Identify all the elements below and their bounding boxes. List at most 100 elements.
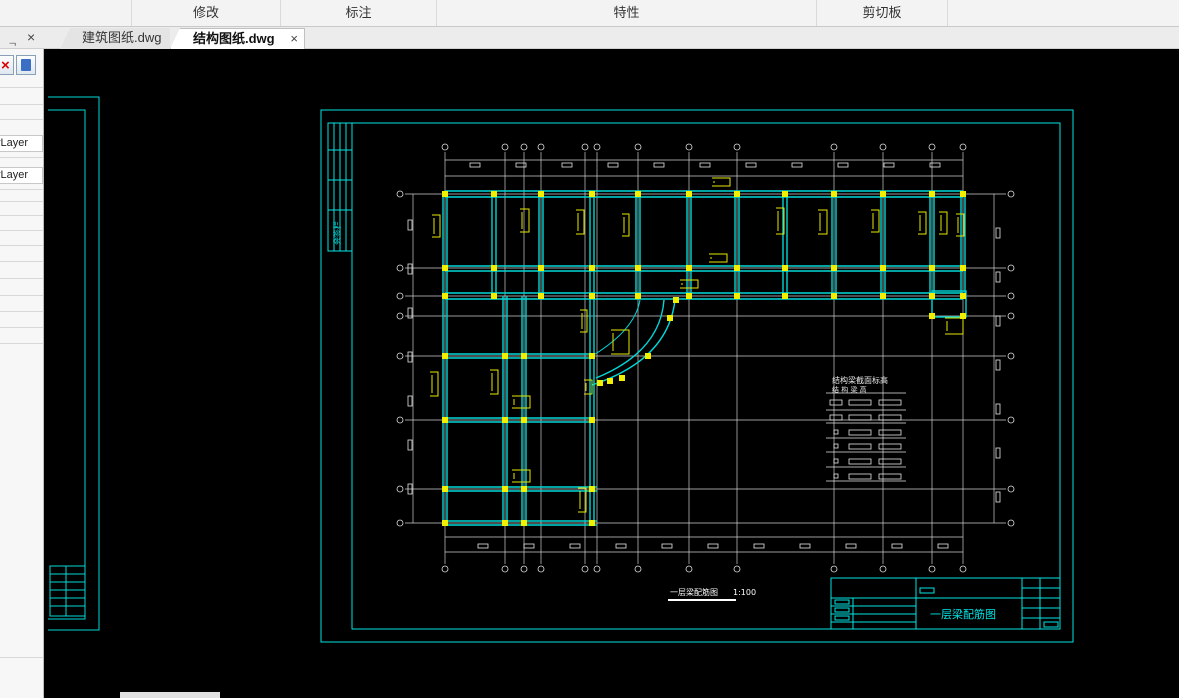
column-mark bbox=[589, 417, 595, 423]
dimension-label-box bbox=[995, 359, 1001, 371]
ribbon-group-bar: 修改 标注 特性 剪切板 bbox=[0, 0, 1179, 27]
delete-icon[interactable] bbox=[0, 55, 14, 75]
column-mark bbox=[491, 293, 497, 299]
column-mark bbox=[645, 353, 651, 359]
dimension-label-box bbox=[661, 543, 673, 549]
ribbon-group-properties[interactable]: 特性 bbox=[437, 0, 817, 26]
column-mark bbox=[442, 293, 448, 299]
axis-bubble bbox=[830, 565, 838, 573]
column-mark bbox=[782, 293, 788, 299]
column-mark bbox=[880, 191, 886, 197]
tab-architectural-drawing[interactable]: 建筑图纸.dwg bbox=[60, 28, 170, 49]
column-mark bbox=[831, 293, 837, 299]
left-sheet-frame bbox=[48, 96, 100, 631]
close-icon[interactable]: × bbox=[27, 29, 35, 45]
divider bbox=[0, 189, 43, 190]
column-mark bbox=[960, 313, 966, 319]
column-mark bbox=[502, 417, 508, 423]
divider bbox=[0, 87, 43, 88]
divider bbox=[0, 311, 43, 312]
column-mark bbox=[589, 265, 595, 271]
dimension-label-box bbox=[995, 491, 1001, 503]
column-mark bbox=[491, 191, 497, 197]
dimension-label-box bbox=[753, 543, 765, 549]
column-mark bbox=[442, 417, 448, 423]
divider bbox=[0, 230, 43, 231]
axis-bubble bbox=[1007, 519, 1015, 527]
column-mark bbox=[734, 293, 740, 299]
rebar-mark bbox=[712, 177, 731, 187]
ribbon-group-annotate[interactable]: 标注 bbox=[281, 0, 437, 26]
rebar-mark bbox=[490, 369, 499, 395]
column-mark bbox=[635, 265, 641, 271]
rebar-mark bbox=[818, 209, 828, 235]
column-mark bbox=[929, 313, 935, 319]
side-stamp-label: 会签栏 bbox=[332, 221, 342, 245]
dimension-label-box bbox=[791, 162, 803, 168]
axis-bubble bbox=[501, 565, 509, 573]
legend-title: 结构梁截面标高 bbox=[832, 375, 888, 385]
column-mark bbox=[607, 378, 613, 384]
column-mark bbox=[686, 191, 692, 197]
rebar-marks bbox=[430, 177, 965, 513]
dimension-label-box bbox=[407, 307, 413, 319]
column-mark bbox=[667, 315, 673, 321]
document-tab-bar: 建筑图纸.dwg 结构图纸.dwg × bbox=[0, 27, 1179, 49]
column-mark bbox=[442, 353, 448, 359]
column-mark bbox=[635, 293, 641, 299]
column-mark bbox=[597, 380, 603, 386]
dimension-label-box bbox=[799, 543, 811, 549]
axis-bubble bbox=[396, 416, 404, 424]
tab-structural-drawing[interactable]: 结构图纸.dwg × bbox=[170, 28, 305, 49]
rebar-mark bbox=[622, 213, 630, 237]
rebar-mark bbox=[709, 253, 728, 263]
column-mark bbox=[619, 375, 625, 381]
titleblock-drawing-name: 一层梁配筋图 bbox=[930, 607, 996, 621]
column-mark bbox=[673, 297, 679, 303]
dimension-label-box bbox=[653, 162, 665, 168]
dimension-label-box bbox=[995, 227, 1001, 239]
ribbon-group-blank bbox=[0, 0, 132, 26]
rebar-mark bbox=[576, 209, 585, 235]
axis-bubble bbox=[441, 143, 449, 151]
dimension-label-box bbox=[995, 403, 1001, 415]
axis-bubble bbox=[1007, 485, 1015, 493]
ribbon-group-clipboard[interactable]: 剪切板 bbox=[817, 0, 948, 26]
dimension-label-box bbox=[561, 162, 573, 168]
dimension-label-box bbox=[707, 543, 719, 549]
column-mark bbox=[880, 293, 886, 299]
column-mark bbox=[442, 265, 448, 271]
linetype-value[interactable]: yLayer bbox=[0, 135, 43, 152]
lineweight-value[interactable]: yLayer bbox=[0, 167, 43, 184]
axis-bubble bbox=[441, 565, 449, 573]
axis-bubble bbox=[396, 264, 404, 272]
dimension-label-box bbox=[995, 271, 1001, 283]
axis-bubble bbox=[593, 565, 601, 573]
axis-bubble bbox=[879, 565, 887, 573]
rebar-mark bbox=[611, 329, 630, 355]
column-mark bbox=[960, 191, 966, 197]
column-mark bbox=[734, 191, 740, 197]
dimension-label-box bbox=[837, 162, 849, 168]
column-mark bbox=[521, 520, 527, 526]
axis-bubble bbox=[830, 143, 838, 151]
ribbon-group-modify[interactable]: 修改 bbox=[132, 0, 281, 26]
dimension-label-box bbox=[699, 162, 711, 168]
column-mark bbox=[589, 520, 595, 526]
column-mark bbox=[521, 353, 527, 359]
column-mark bbox=[831, 191, 837, 197]
axis-bubble bbox=[733, 565, 741, 573]
layout-tabs-strip[interactable] bbox=[120, 692, 220, 698]
pin-icon[interactable]: ᆨ bbox=[8, 33, 17, 48]
column-mark bbox=[831, 265, 837, 271]
column-mark bbox=[502, 486, 508, 492]
axis-bubble bbox=[1007, 190, 1015, 198]
axis-bubble bbox=[1007, 292, 1015, 300]
axis-bubble bbox=[396, 485, 404, 493]
axis-bubble bbox=[396, 292, 404, 300]
rebar-mark bbox=[430, 371, 439, 397]
select-objects-icon[interactable] bbox=[16, 55, 36, 75]
tab-close-icon[interactable]: × bbox=[290, 29, 298, 49]
dimension-label-box bbox=[745, 162, 757, 168]
drawing-canvas[interactable]: 会签栏 一层梁配筋图 一层梁配筋图 1:100 结构梁截面标高 结 构 梁 高 bbox=[48, 49, 1179, 698]
